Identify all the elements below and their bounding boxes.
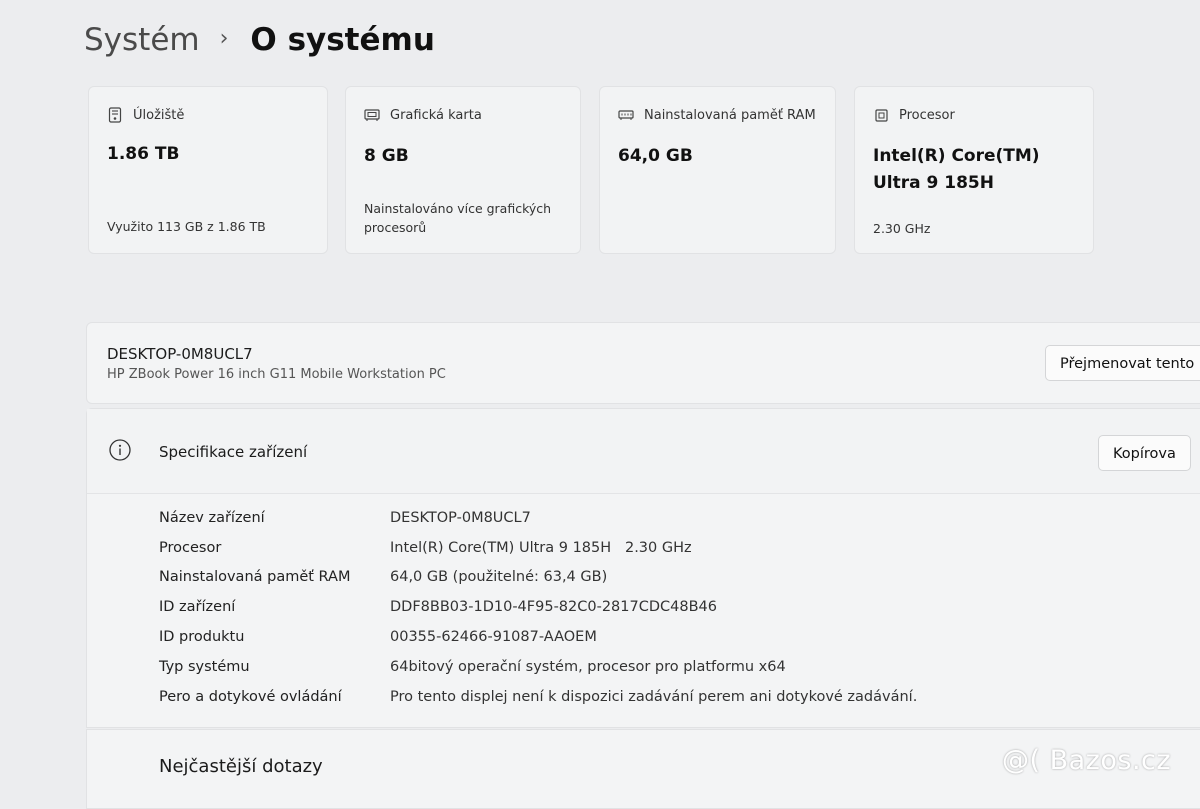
spec-value: 64,0 GB (použitelné: 63,4 GB)	[390, 569, 608, 586]
device-model: HP ZBook Power 16 inch G11 Mobile Workst…	[107, 367, 446, 382]
spec-value: 00355-62466-91087-AAOEM	[390, 629, 597, 646]
processor-icon	[873, 107, 889, 123]
gpu-icon	[364, 107, 380, 123]
spec-label: ID zařízení	[159, 599, 236, 616]
device-name-panel: DESKTOP-0M8UCL7 HP ZBook Power 16 inch G…	[86, 322, 1200, 404]
spec-row: Název zařízení DESKTOP-0M8UCL7	[159, 503, 917, 533]
breadcrumb-chevron-icon: ›	[219, 25, 229, 51]
storage-card-title: Úložiště	[133, 107, 185, 123]
ram-value: 64,0 GB	[618, 146, 693, 166]
spec-row: Procesor Intel(R) Core(TM) Ultra 9 185H …	[159, 533, 917, 563]
ram-card-title: Nainstalovaná paměť RAM	[644, 107, 816, 123]
page-title: O systému	[250, 22, 435, 58]
watermark-logo: @( Bazos.cz	[1002, 745, 1172, 776]
breadcrumb: Systém › O systému	[84, 22, 435, 58]
spec-row: ID zařízení DDF8BB03-1D10-4F95-82C0-2817…	[159, 592, 917, 622]
spec-label: Procesor	[159, 539, 222, 556]
device-specs-header[interactable]: Specifikace zařízení Kopírova	[87, 409, 1200, 494]
spec-label: Pero a dotykové ovládání	[159, 688, 342, 705]
spec-label: Nainstalovaná paměť RAM	[159, 569, 351, 586]
copy-button[interactable]: Kopírova	[1098, 435, 1191, 471]
spec-row: Typ systému 64bitový operační systém, pr…	[159, 652, 917, 682]
ram-card[interactable]: Nainstalovaná paměť RAM 64,0 GB	[599, 86, 836, 254]
spec-label: ID produktu	[159, 629, 245, 646]
spec-value: Intel(R) Core(TM) Ultra 9 185H 2.30 GHz	[390, 539, 692, 556]
storage-usage: Využito 113 GB z 1.86 TB	[107, 219, 266, 234]
gpu-card[interactable]: Grafická karta 8 GB Nainstalováno více g…	[345, 86, 581, 254]
device-name: DESKTOP-0M8UCL7	[107, 345, 253, 363]
gpu-card-title: Grafická karta	[390, 107, 482, 123]
processor-value: Intel(R) Core(TM) Ultra 9 185H	[873, 146, 1040, 193]
device-specs-title: Specifikace zařízení	[159, 443, 308, 461]
rename-pc-button[interactable]: Přejmenovat tento	[1045, 345, 1200, 381]
breadcrumb-system-link[interactable]: Systém	[84, 22, 200, 58]
device-specs-panel: Specifikace zařízení Kopírova Název zaří…	[86, 408, 1200, 728]
spec-row: ID produktu 00355-62466-91087-AAOEM	[159, 622, 917, 652]
spec-value: DDF8BB03-1D10-4F95-82C0-2817CDC48B46	[390, 599, 717, 616]
spec-label: Název zařízení	[159, 509, 265, 526]
spec-list: Název zařízení DESKTOP-0M8UCL7 Procesor …	[159, 503, 917, 712]
processor-speed: 2.30 GHz	[873, 221, 931, 236]
spec-label: Typ systému	[159, 658, 250, 675]
spec-value: 64bitový operační systém, procesor pro p…	[390, 658, 786, 675]
gpu-value: 8 GB	[364, 146, 409, 166]
spec-value: DESKTOP-0M8UCL7	[390, 509, 531, 526]
gpu-note: Nainstalováno více grafických procesorů	[364, 201, 552, 235]
spec-value: Pro tento displej není k dispozici zadáv…	[390, 688, 918, 705]
storage-value: 1.86 TB	[107, 144, 180, 164]
spec-row: Pero a dotykové ovládání Pro tento displ…	[159, 682, 917, 712]
processor-card-title: Procesor	[899, 107, 955, 123]
ram-icon	[618, 107, 634, 123]
processor-card[interactable]: Procesor Intel(R) Core(TM) Ultra 9 185H …	[854, 86, 1094, 254]
faq-title: Nejčastější dotazy	[159, 756, 323, 777]
storage-icon	[107, 107, 123, 123]
info-icon	[109, 439, 131, 461]
storage-card[interactable]: Úložiště 1.86 TB Využito 113 GB z 1.86 T…	[88, 86, 328, 254]
spec-row: Nainstalovaná paměť RAM 64,0 GB (použite…	[159, 563, 917, 593]
